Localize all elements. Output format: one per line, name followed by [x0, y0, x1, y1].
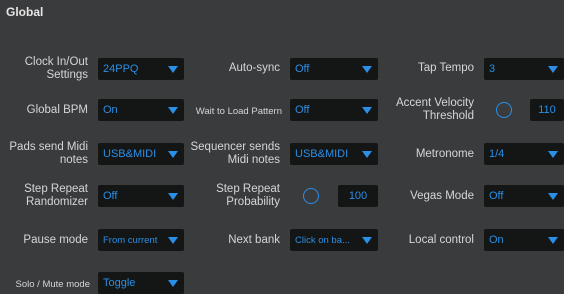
clock-settings-dropdown[interactable]: 24PPQ [98, 58, 184, 80]
pause-mode-label: Pause mode [23, 233, 88, 246]
chevron-down-icon [168, 192, 178, 200]
solo-mute-dropdown[interactable]: Toggle [98, 272, 184, 294]
step-repeat-random-value: Off [103, 190, 118, 202]
auto-sync-value: Off [295, 63, 310, 75]
step-repeat-prob-label: Step Repeat Probability [216, 183, 280, 208]
pads-midi-label: Pads send Midi notes [9, 141, 88, 166]
step-repeat-random-label: Step Repeat Randomizer [24, 183, 88, 208]
tap-tempo-label: Tap Tempo [417, 61, 474, 74]
global-bpm-dropdown[interactable]: On [98, 99, 184, 121]
accent-velocity-label: Accent Velocity Threshold [396, 97, 474, 122]
vegas-mode-value: Off [489, 190, 504, 202]
chevron-down-icon [168, 150, 178, 158]
chevron-down-icon [362, 106, 372, 114]
pads-midi-value: USB&MIDI [103, 148, 157, 160]
sequencer-midi-value: USB&MIDI [295, 148, 349, 160]
step-repeat-random-dropdown[interactable]: Off [98, 185, 184, 207]
metronome-label: Metronome [415, 147, 474, 160]
chevron-down-icon [548, 236, 558, 244]
solo-mute-label: Solo / Mute mode [15, 278, 90, 290]
metronome-value: 1/4 [489, 148, 505, 160]
local-control-label: Local control [408, 233, 474, 246]
step-repeat-prob-value[interactable]: 100 [338, 185, 378, 207]
panel-title: Global [6, 5, 44, 19]
global-bpm-label: Global BPM [26, 103, 88, 116]
chevron-down-icon [362, 150, 372, 158]
auto-sync-label: Auto-sync [228, 61, 280, 74]
chevron-down-icon [362, 65, 372, 73]
local-control-dropdown[interactable]: On [484, 229, 564, 251]
chevron-down-icon [548, 192, 558, 200]
pads-midi-dropdown[interactable]: USB&MIDI [98, 143, 184, 165]
solo-mute-value: Toggle [103, 277, 136, 289]
wait-load-label: Wait to Load Pattern [195, 105, 282, 117]
step-repeat-prob-knob[interactable] [303, 188, 319, 204]
chevron-down-icon [168, 65, 178, 73]
wait-load-value: Off [295, 104, 310, 116]
accent-velocity-knob[interactable] [496, 102, 512, 118]
chevron-down-icon [548, 150, 558, 158]
wait-load-dropdown[interactable]: Off [290, 99, 378, 121]
global-bpm-value: On [103, 104, 118, 116]
pause-mode-dropdown[interactable]: From current [98, 229, 184, 251]
tap-tempo-dropdown[interactable]: 3 [484, 58, 564, 80]
chevron-down-icon [168, 279, 178, 287]
sequencer-midi-label: Sequencer sends Midi notes [190, 141, 280, 166]
pause-mode-value: From current [103, 234, 158, 246]
local-control-value: On [489, 234, 504, 246]
tap-tempo-value: 3 [489, 63, 496, 75]
accent-velocity-value[interactable]: 110 [530, 99, 564, 121]
next-bank-label: Next bank [228, 233, 280, 246]
next-bank-value: Click on ba... [295, 234, 350, 246]
auto-sync-dropdown[interactable]: Off [290, 58, 378, 80]
metronome-dropdown[interactable]: 1/4 [484, 143, 564, 165]
chevron-down-icon [168, 106, 178, 114]
vegas-mode-dropdown[interactable]: Off [484, 185, 564, 207]
chevron-down-icon [548, 65, 558, 73]
next-bank-dropdown[interactable]: Click on ba... [290, 229, 378, 251]
vegas-mode-label: Vegas Mode [410, 189, 474, 202]
chevron-down-icon [362, 236, 372, 244]
sequencer-midi-dropdown[interactable]: USB&MIDI [290, 143, 378, 165]
clock-settings-value: 24PPQ [103, 63, 139, 75]
clock-settings-label: Clock In/Out Settings [24, 56, 88, 81]
chevron-down-icon [168, 236, 178, 244]
